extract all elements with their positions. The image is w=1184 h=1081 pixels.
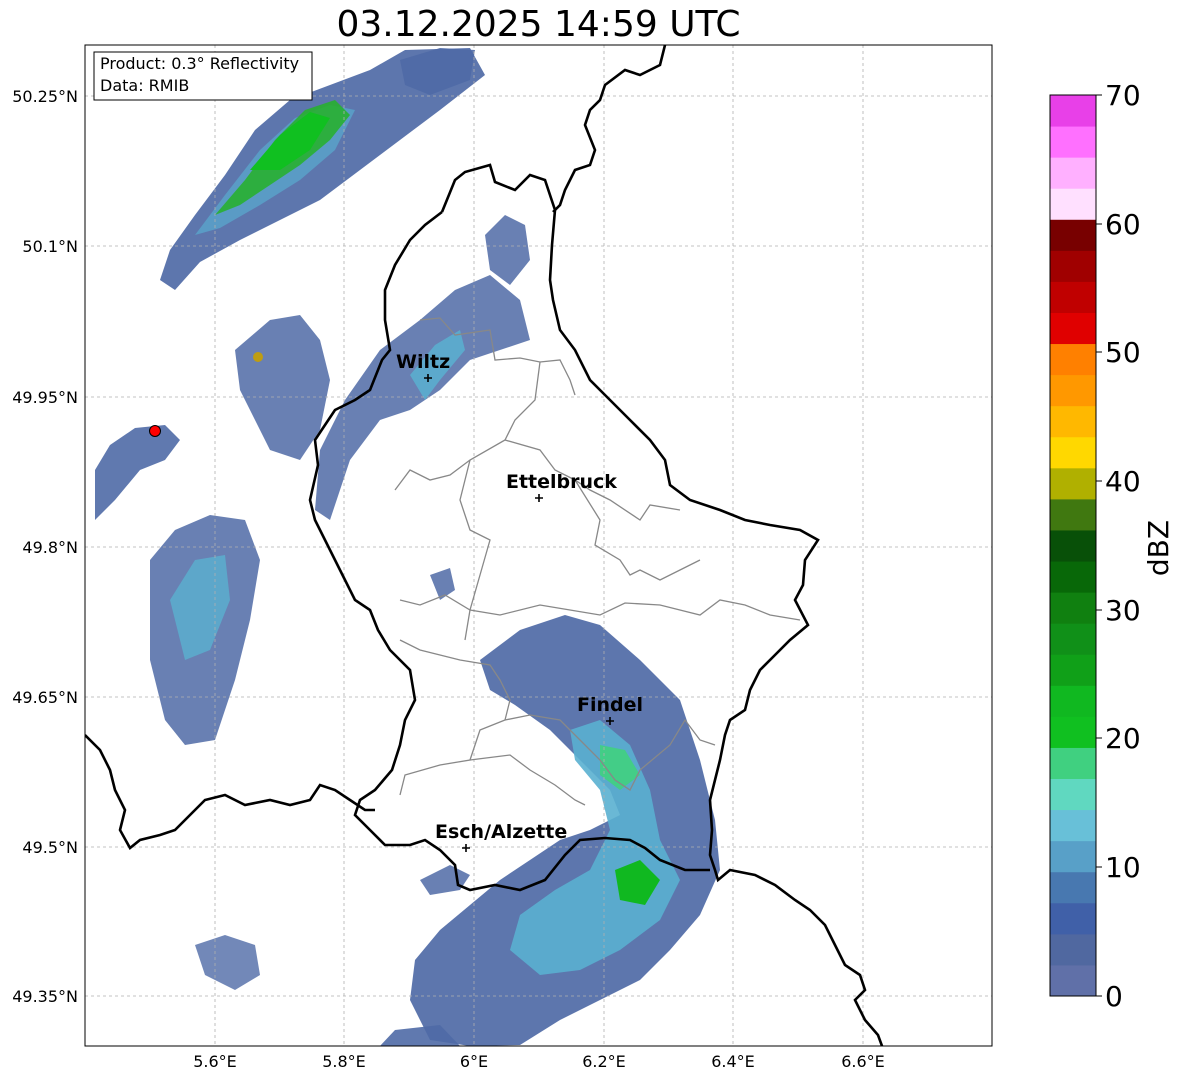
- colorbar-swatch: [1050, 281, 1096, 313]
- colorbar-swatch: [1050, 467, 1096, 500]
- lon-ticks: 5.6°E 5.8°E 6°E 6.2°E 6.4°E 6.6°E: [193, 1052, 885, 1071]
- colorbar-swatch: [1050, 157, 1096, 189]
- lat-tick-label: 49.5°N: [22, 838, 78, 857]
- colorbar-swatch: [1050, 498, 1096, 531]
- colorbar-swatch: [1050, 529, 1096, 562]
- lat-tick-label: 49.8°N: [22, 538, 78, 557]
- lat-tick-label: 49.65°N: [12, 688, 78, 707]
- lon-tick-label: 6.6°E: [841, 1052, 885, 1071]
- colorbar-swatch: [1050, 809, 1096, 842]
- colorbar: [1050, 95, 1096, 997]
- colorbar-swatch: [1050, 312, 1096, 345]
- lon-tick-label: 6°E: [460, 1052, 488, 1071]
- colorbar-swatch: [1050, 126, 1096, 158]
- city-label-esch-alzette: Esch/Alzette: [435, 821, 567, 843]
- info-product: Product: 0.3° Reflectivity: [100, 54, 299, 73]
- colorbar-tick-label: 0: [1105, 980, 1123, 1013]
- colorbar-swatch: [1050, 716, 1096, 748]
- colorbar-swatch: [1050, 250, 1096, 282]
- echo-cell: [420, 865, 470, 895]
- echo-cell: [485, 215, 530, 285]
- colorbar-tick-label: 40: [1105, 465, 1141, 498]
- lat-tick-label: 49.95°N: [12, 388, 78, 407]
- info-data-source: Data: RMIB: [100, 76, 189, 95]
- lat-tick-label: 50.1°N: [22, 237, 78, 256]
- radar-site-marker: [149, 425, 161, 437]
- colorbar-swatch: [1050, 654, 1096, 686]
- colorbar-swatch: [1050, 902, 1096, 935]
- colorbar-swatch: [1050, 436, 1096, 469]
- colorbar-swatch: [1050, 840, 1096, 873]
- colorbar-tick-label: 10: [1105, 851, 1141, 884]
- lat-ticks: 50.25°N 50.1°N 49.95°N 49.8°N 49.65°N 49…: [12, 87, 78, 1006]
- colorbar-swatch: [1050, 374, 1096, 407]
- colorbar-swatch: [1050, 623, 1096, 655]
- colorbar-swatch: [1050, 747, 1096, 780]
- colorbar-tick-label: 50: [1105, 336, 1141, 369]
- colorbar-label: dBZ: [1142, 520, 1175, 576]
- city-label-wiltz: Wiltz: [396, 351, 450, 373]
- colorbar-swatch: [1050, 343, 1096, 376]
- colorbar-tick-label: 60: [1105, 208, 1141, 241]
- colorbar-swatch: [1050, 561, 1096, 593]
- colorbar-tick-labels: 0 10 20 30 40 50 60 70: [1105, 79, 1141, 1013]
- colorbar-swatch: [1050, 95, 1096, 127]
- colorbar-swatch: [1050, 964, 1096, 997]
- lon-tick-label: 5.8°E: [322, 1052, 366, 1071]
- colorbar-tick-label: 30: [1105, 594, 1141, 627]
- colorbar-swatch: [1050, 592, 1096, 624]
- city-label-ettelbruck: Ettelbruck: [506, 471, 617, 493]
- colorbar-swatch: [1050, 778, 1096, 811]
- city-marker-ettelbruck: [535, 494, 543, 502]
- lon-tick-label: 6.4°E: [711, 1052, 755, 1071]
- echo-cell: [315, 275, 530, 520]
- lon-tick-label: 5.6°E: [193, 1052, 237, 1071]
- lon-tick-label: 6.2°E: [582, 1052, 626, 1071]
- colorbar-swatch: [1050, 685, 1096, 717]
- colorbar-tick-label: 20: [1105, 722, 1141, 755]
- colorbar-swatch: [1050, 405, 1096, 438]
- lat-tick-label: 50.25°N: [12, 87, 78, 106]
- echo-hotspot: [253, 352, 263, 362]
- echo-cell: [95, 425, 180, 520]
- colorbar-swatch: [1050, 871, 1096, 904]
- echo-cell: [430, 568, 455, 600]
- lat-tick-label: 49.35°N: [12, 987, 78, 1006]
- colorbar-swatch: [1050, 219, 1096, 251]
- colorbar-tick-label: 70: [1105, 79, 1141, 112]
- colorbar-swatch: [1050, 933, 1096, 966]
- echo-cell: [195, 935, 260, 990]
- radar-map-figure: Product: 0.3° Reflectivity Data: RMIB Wi…: [12, 44, 1175, 1071]
- city-label-findel: Findel: [577, 694, 643, 716]
- colorbar-ticks: [1096, 94, 1102, 997]
- colorbar-swatch: [1050, 188, 1096, 220]
- city-marker-esch-alzette: [462, 844, 470, 852]
